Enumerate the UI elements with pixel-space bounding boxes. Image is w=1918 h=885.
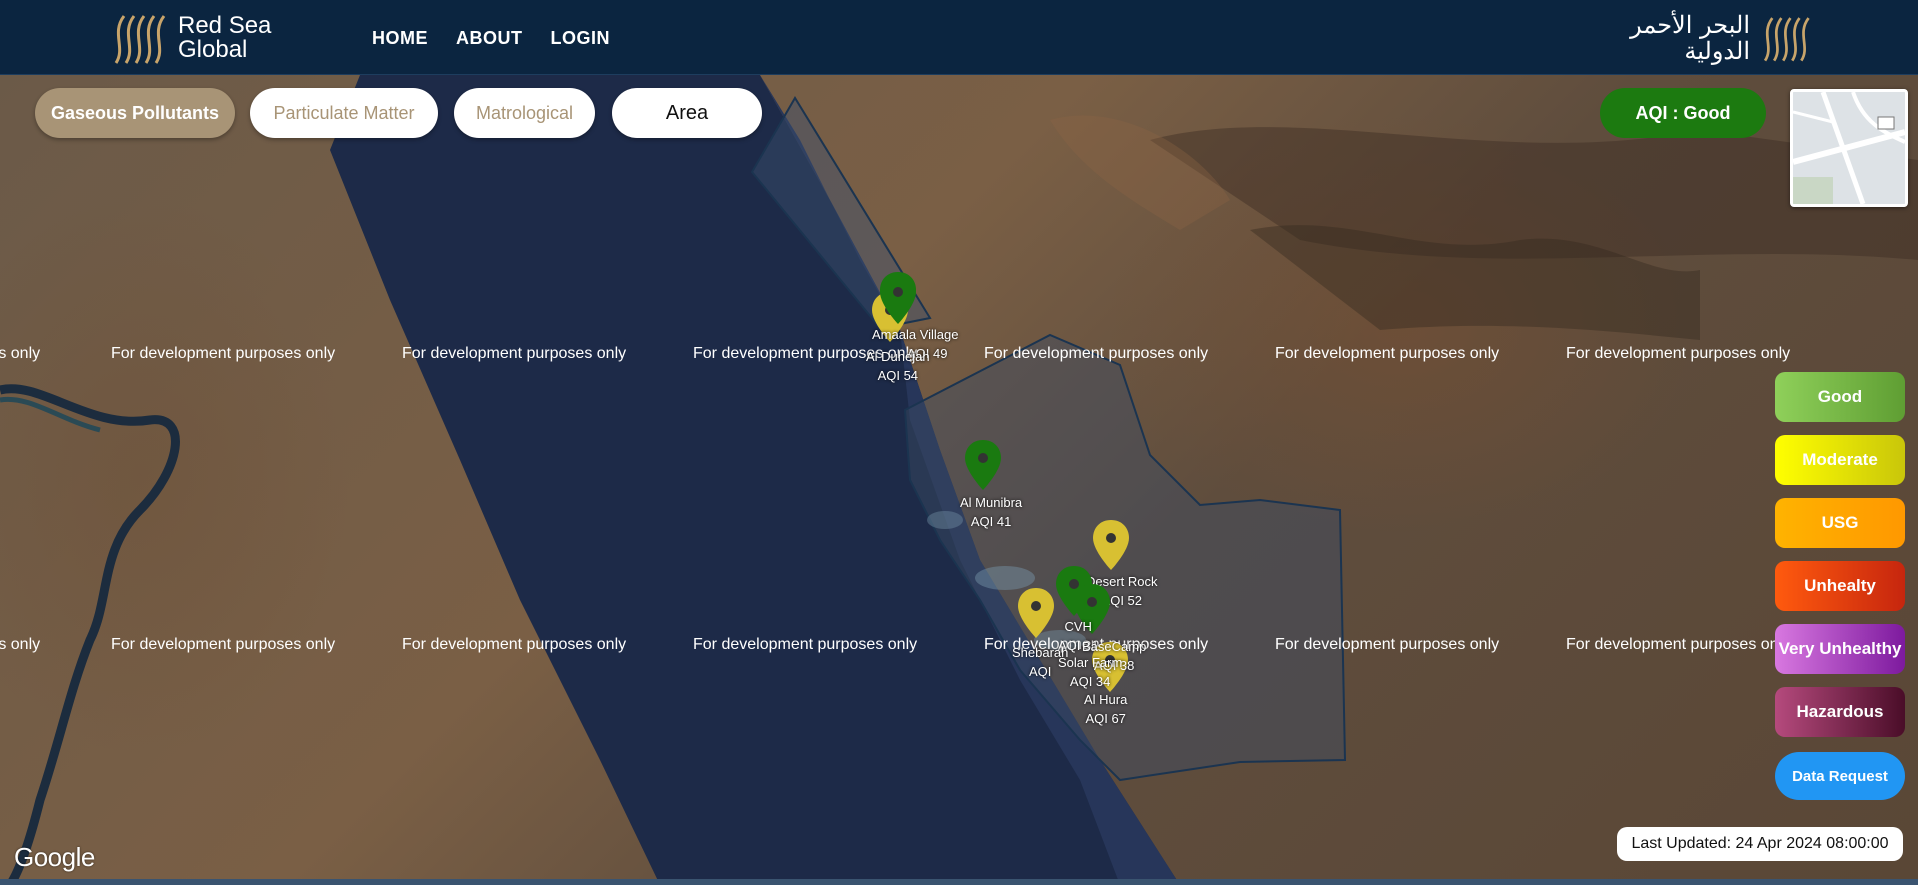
station-label-al-hura: Al Hura AQI 67 <box>1084 690 1127 728</box>
brand-name-line1: Red Sea <box>178 12 272 39</box>
legend-very-unhealthy[interactable]: Very Unhealthy <box>1775 624 1905 674</box>
street-map-icon <box>1793 92 1905 204</box>
station-name: Al Munibra <box>960 495 1023 510</box>
map-pin-amaala-front[interactable] <box>878 272 918 326</box>
nav-login-link[interactable]: LOGIN <box>551 28 611 49</box>
legend-good[interactable]: Good <box>1775 372 1905 422</box>
wave-logo-icon <box>114 15 166 64</box>
dev-watermark: For development purposes only <box>0 636 41 653</box>
tab-particulate-matter[interactable]: Particulate Matter <box>250 88 438 138</box>
station-name: CVH <box>1064 619 1092 634</box>
aqi-status-badge: AQI : Good <box>1600 88 1766 138</box>
station-label-al-munibra: Al Munibra AQI 41 <box>960 493 1022 531</box>
main-menu: HOME ABOUT LOGIN <box>372 28 610 49</box>
station-name: Amaala Village <box>872 327 959 342</box>
dev-watermark: For development purposes only <box>1566 636 1791 653</box>
last-updated-label: Last Updated: 24 Apr 2024 08:00:00 <box>1617 827 1903 861</box>
dev-watermark: For development purposes only <box>1275 345 1500 362</box>
brand-name-line2: Global <box>178 36 248 63</box>
station-aqi: AQI 41 <box>970 514 1012 529</box>
nav-home-link[interactable]: HOME <box>372 28 428 49</box>
brand-ar-line1: البحر الأحمر <box>1630 11 1750 39</box>
legend-hazardous[interactable]: Hazardous <box>1775 687 1905 737</box>
minimap-thumbnail[interactable] <box>1790 89 1908 207</box>
station-label-solar-farm: Solar Farm AQI 34 <box>1058 653 1122 691</box>
wave-logo-icon <box>1763 17 1810 62</box>
brand-logo-arabic: البحر الأحمر الدولية <box>1630 8 1814 68</box>
map-terrain <box>0 75 1918 885</box>
station-name: Solar Farm <box>1058 655 1123 670</box>
legend-usg[interactable]: USG <box>1775 498 1905 548</box>
legend-unhealthy[interactable]: Unhealty <box>1775 561 1905 611</box>
station-label-al-duhejah: Al Duhejah AQI 54 <box>866 347 930 385</box>
station-aqi: AQI 34 <box>1069 674 1111 689</box>
legend-moderate[interactable]: Moderate <box>1775 435 1905 485</box>
dev-watermark: For development purposes only <box>1566 345 1791 362</box>
brand-ar-line2: الدولية <box>1684 37 1750 65</box>
dev-watermark: For development purposes only <box>984 345 1209 362</box>
map-pin-al-munibra[interactable] <box>963 438 1003 492</box>
satellite-map[interactable]: For development purposes only For develo… <box>0 75 1918 885</box>
dev-watermark: For development purposes only <box>111 345 336 362</box>
tab-area[interactable]: Area <box>612 88 762 138</box>
station-name: Al Hura <box>1084 692 1128 707</box>
tab-gaseous-pollutants[interactable]: Gaseous Pollutants <box>35 88 235 138</box>
dev-watermark: For development purposes only <box>693 636 918 653</box>
dev-watermark: For development purposes only <box>402 636 627 653</box>
tab-matrological[interactable]: Matrological <box>454 88 595 138</box>
dev-watermark: For development purposes only <box>402 345 627 362</box>
dev-watermark: For development purposes only <box>1275 636 1500 653</box>
map-pin-desert-rock[interactable] <box>1091 518 1131 572</box>
brand-logo[interactable]: Red Sea Global <box>106 8 271 68</box>
map-pin-shebarah[interactable] <box>1016 586 1056 640</box>
top-navbar: Red Sea Global HOME ABOUT LOGIN البحر ال… <box>0 0 1918 75</box>
bottom-edge <box>0 879 1918 885</box>
google-logo: Google <box>14 842 95 872</box>
data-request-button[interactable]: Data Request <box>1775 752 1905 800</box>
dev-watermark: For development purposes only <box>0 345 41 362</box>
station-aqi: AQI 54 <box>877 368 919 383</box>
station-name: Al Duhejah <box>866 349 930 364</box>
dev-watermark: For development purposes only <box>111 636 336 653</box>
nav-about-link[interactable]: ABOUT <box>456 28 523 49</box>
station-aqi: AQI 67 <box>1085 711 1126 726</box>
